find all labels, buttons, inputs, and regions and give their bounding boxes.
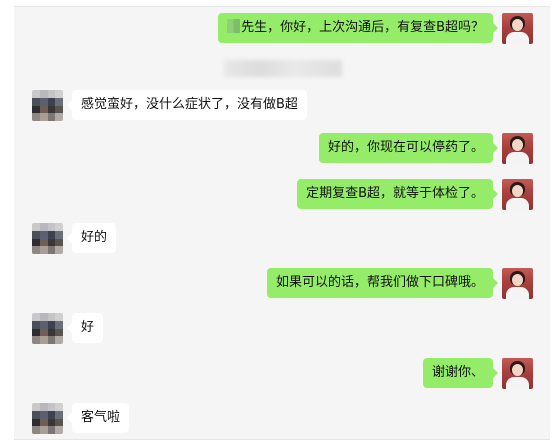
my-message-bubble[interactable]: 先生，你好，上次沟通后，有复查B超吗？ (218, 13, 498, 43)
message-text: 好 (81, 320, 95, 335)
message-text: 谢谢你、 (431, 365, 484, 380)
message-row: 好的 (32, 223, 117, 254)
doctor-avatar-icon[interactable] (502, 268, 533, 299)
their-message-bubble[interactable]: 感觉蛮好，没什么症状了，没有做B超 (67, 90, 307, 120)
blurred-timestamp (224, 60, 342, 77)
mosaic-name-mask (227, 19, 241, 33)
patient-avatar-icon[interactable] (32, 223, 63, 254)
my-message-bubble[interactable]: 好的，你现在可以停药了。 (318, 133, 499, 163)
message-row: 客气啦 (32, 403, 130, 434)
doctor-avatar-icon[interactable] (502, 13, 533, 44)
message-text: 好的，你现在可以停药了。 (327, 140, 484, 155)
message-row: 好 (32, 313, 104, 344)
message-row: 定期复查B超，就等于体检了。 (297, 179, 533, 210)
message-text: 定期复查B超，就等于体检了。 (306, 186, 484, 201)
doctor-avatar-icon[interactable] (502, 179, 533, 210)
doctor-avatar-icon[interactable] (502, 358, 533, 389)
message-row: 好的，你现在可以停药了。 (318, 133, 533, 164)
message-text: 好的 (81, 230, 108, 245)
their-message-bubble[interactable]: 好 (66, 313, 104, 343)
message-text: 客气啦 (81, 410, 121, 425)
message-row: 如果可以的话，帮我们做下口碑哦。 (266, 268, 533, 299)
message-row: 谢谢你、 (422, 358, 533, 389)
message-text: 先生，你好，上次沟通后，有复查B超吗？ (241, 20, 484, 35)
my-message-bubble[interactable]: 定期复查B超，就等于体检了。 (297, 179, 498, 209)
my-message-bubble[interactable]: 如果可以的话，帮我们做下口碑哦。 (266, 268, 499, 298)
message-row: 先生，你好，上次沟通后，有复查B超吗？ (218, 13, 533, 44)
my-message-bubble[interactable]: 谢谢你、 (422, 358, 499, 388)
chat-window: 先生，你好，上次沟通后，有复查B超吗？ 感觉蛮好，没什么症状了，没有做B超 好的… (14, 6, 550, 440)
patient-avatar-icon[interactable] (32, 403, 63, 434)
patient-avatar-icon[interactable] (32, 90, 63, 121)
their-message-bubble[interactable]: 好的 (66, 223, 117, 253)
doctor-avatar-icon[interactable] (502, 133, 533, 164)
their-message-bubble[interactable]: 客气啦 (66, 403, 130, 433)
message-row: 感觉蛮好，没什么症状了，没有做B超 (32, 90, 307, 121)
patient-avatar-icon[interactable] (32, 313, 63, 344)
message-text: 感觉蛮好，没什么症状了，没有做B超 (81, 97, 298, 112)
message-text: 如果可以的话，帮我们做下口碑哦。 (275, 275, 484, 290)
